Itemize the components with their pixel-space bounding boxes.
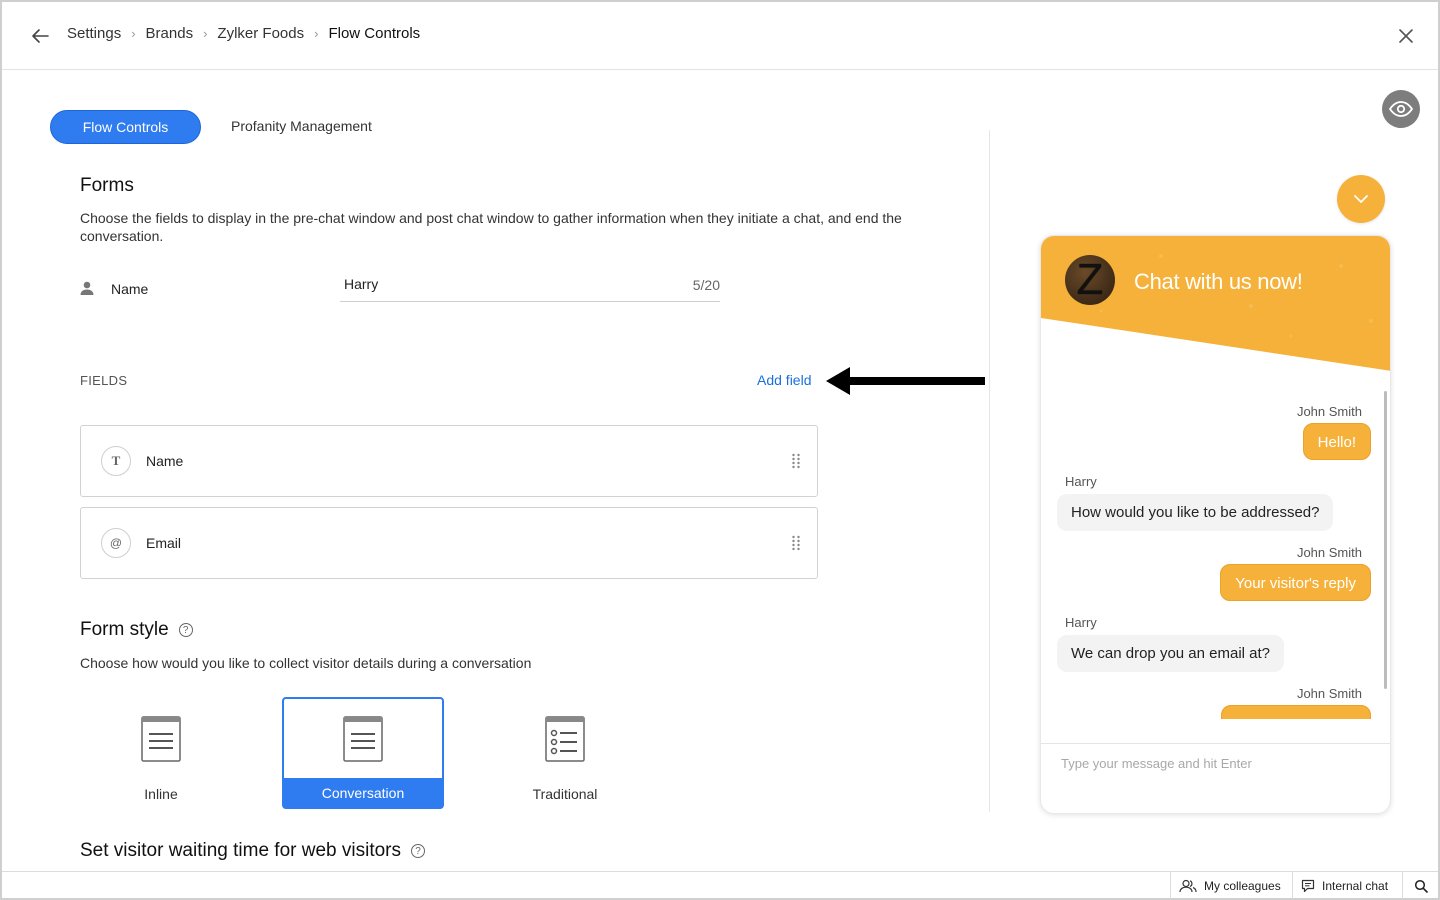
- breadcrumb-current: Flow Controls: [328, 25, 421, 42]
- footer-bar: My colleagues Internal chat: [2, 871, 1438, 899]
- message-sender: Harry: [1065, 474, 1097, 489]
- message-bubble: Your visitor's reply: [1220, 564, 1371, 601]
- search-icon: [1414, 879, 1428, 893]
- waiting-time-title: Set visitor waiting time for web visitor…: [80, 840, 425, 862]
- internal-chat-button[interactable]: Internal chat: [1292, 872, 1402, 899]
- my-colleagues-button[interactable]: My colleagues: [1170, 872, 1292, 899]
- field-label: Name: [146, 453, 184, 469]
- chat-widget-preview: Z Chat with us now! John Smith Hello! Ha…: [1040, 235, 1391, 814]
- message-bubble: [1221, 705, 1371, 719]
- help-icon[interactable]: ?: [411, 844, 425, 858]
- preview-eye-icon[interactable]: [1382, 90, 1420, 128]
- forms-title: Forms: [80, 175, 134, 196]
- panel-divider: [989, 130, 990, 812]
- chat-message-input[interactable]: [1061, 756, 1361, 771]
- back-arrow-icon[interactable]: [26, 22, 54, 50]
- form-style-title: Form style ?: [80, 619, 193, 641]
- drag-handle-icon[interactable]: [791, 534, 801, 552]
- style-option-label: Conversation: [321, 785, 405, 801]
- style-option-inline[interactable]: Inline: [80, 697, 242, 809]
- chevron-right-icon: ›: [131, 26, 136, 41]
- style-option-conversation[interactable]: Conversation: [282, 697, 444, 809]
- brand-avatar: Z: [1065, 255, 1115, 305]
- my-colleagues-label: My colleagues: [1204, 878, 1281, 893]
- style-option-label: Traditional: [532, 786, 598, 802]
- message-bubble: How would you like to be addressed?: [1057, 494, 1334, 531]
- name-input[interactable]: [344, 276, 644, 292]
- style-option-label: Inline: [144, 786, 178, 802]
- field-label: Email: [146, 535, 182, 551]
- char-count: 5/20: [692, 277, 720, 293]
- message-sender: John Smith: [1296, 404, 1362, 419]
- field-card-name[interactable]: T Name: [80, 425, 818, 497]
- name-field: 5/20: [340, 272, 720, 302]
- field-card-email[interactable]: @ Email: [80, 507, 818, 579]
- chevron-right-icon: ›: [314, 26, 319, 41]
- internal-chat-label: Internal chat: [1322, 878, 1389, 893]
- help-icon[interactable]: ?: [178, 623, 193, 637]
- message-bubble: We can drop you an email at?: [1057, 635, 1285, 672]
- breadcrumb-brand[interactable]: Zylker Foods: [217, 25, 304, 42]
- form-style-description: Choose how would you like to collect vis…: [80, 655, 532, 671]
- message-list: John Smith Hello! Harry How would you li…: [1041, 396, 1390, 719]
- conversation-form-icon: [343, 716, 383, 762]
- close-icon[interactable]: [1392, 22, 1420, 50]
- name-label: Name: [111, 281, 149, 297]
- fields-label: FIELDS: [80, 373, 128, 388]
- widget-title: Chat with us now!: [1134, 269, 1303, 294]
- tab-profanity-management[interactable]: Profanity Management: [231, 118, 372, 134]
- breadcrumb-settings[interactable]: Settings: [67, 25, 121, 42]
- minimize-widget-button[interactable]: [1337, 175, 1385, 223]
- annotation-arrow-icon: [826, 367, 985, 395]
- forms-description: Choose the fields to display in the pre-…: [80, 210, 902, 244]
- text-type-icon: T: [101, 446, 131, 476]
- footer-search-button[interactable]: [1402, 872, 1438, 899]
- chevron-down-icon: [1354, 195, 1368, 203]
- traditional-form-icon: [545, 716, 585, 762]
- waiting-time-title-text: Set visitor waiting time for web visitor…: [80, 840, 401, 861]
- brand-avatar-letter: Z: [1076, 255, 1104, 304]
- input-divider: [1041, 743, 1390, 744]
- message-sender: John Smith: [1296, 545, 1362, 560]
- breadcrumb-brands[interactable]: Brands: [146, 25, 194, 42]
- chat-bubble-icon: [1301, 879, 1315, 892]
- email-icon: @: [101, 528, 131, 558]
- header: Settings › Brands › Zylker Foods › Flow …: [2, 2, 1438, 70]
- chevron-right-icon: ›: [203, 26, 208, 41]
- style-option-traditional[interactable]: Traditional: [484, 697, 646, 809]
- drag-handle-icon[interactable]: [791, 452, 801, 470]
- message-sender: Harry: [1065, 615, 1097, 630]
- user-icon: [79, 280, 95, 296]
- scrollbar[interactable]: [1384, 391, 1387, 689]
- form-style-title-text: Form style: [80, 619, 169, 640]
- tab-flow-controls[interactable]: Flow Controls: [50, 110, 201, 144]
- colleagues-icon: [1179, 879, 1197, 892]
- add-field-link[interactable]: Add field: [757, 372, 811, 388]
- message-bubble: Hello!: [1302, 423, 1371, 460]
- breadcrumb: Settings › Brands › Zylker Foods › Flow …: [67, 25, 420, 42]
- inline-form-icon: [141, 716, 181, 762]
- message-sender: John Smith: [1296, 686, 1362, 701]
